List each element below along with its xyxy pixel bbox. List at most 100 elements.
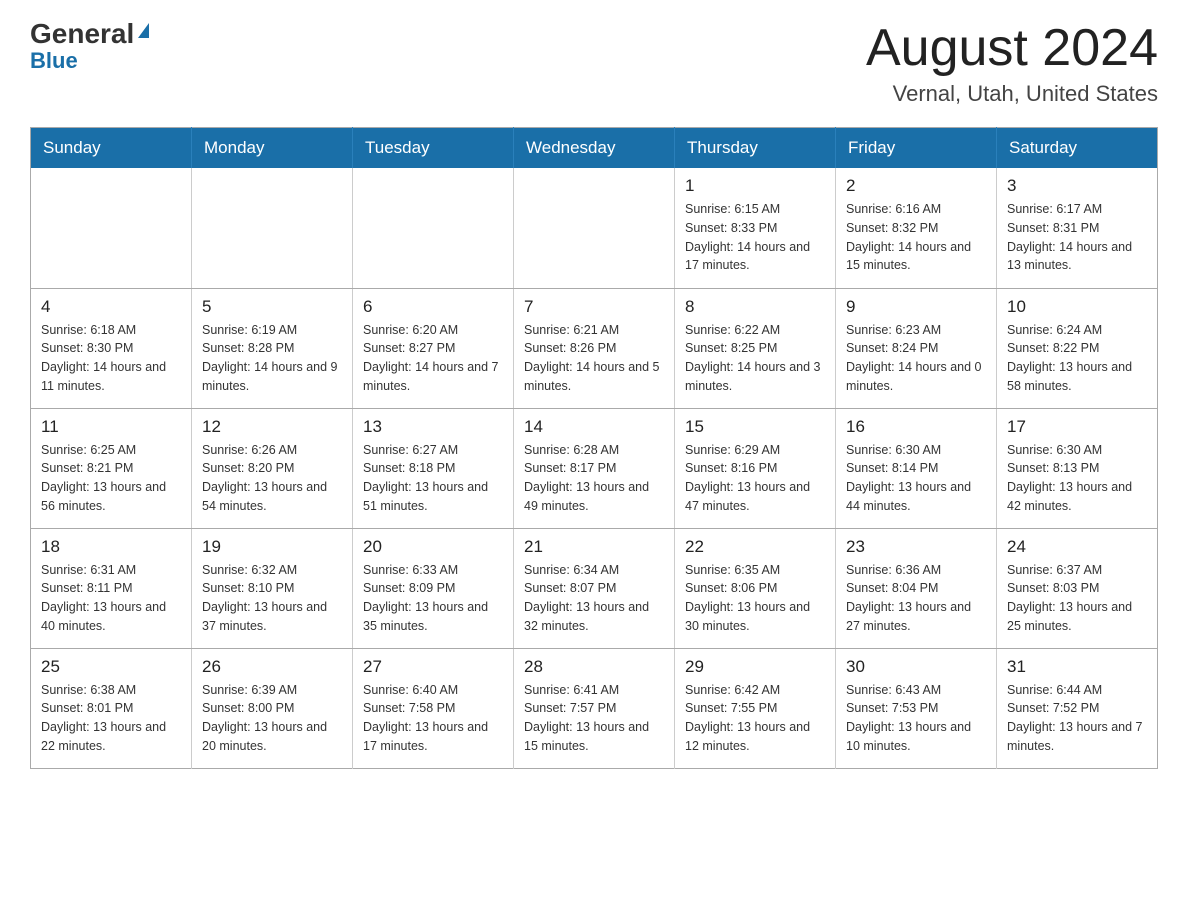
calendar-cell: 19 Sunrise: 6:32 AM Sunset: 8:10 PM Dayli… [192, 528, 353, 648]
calendar-cell: 6Sunrise: 6:20 AM Sunset: 8:27 PM Daylig… [353, 288, 514, 408]
day-number: 7 [524, 297, 664, 317]
calendar-cell: 24 Sunrise: 6:37 AM Sunset: 8:03 PM Dayli… [997, 528, 1158, 648]
day-number: 3 [1007, 176, 1147, 196]
day-number: 14 [524, 417, 664, 437]
day-info: Sunrise: 6:21 AM Sunset: 8:26 PM Dayligh… [524, 323, 660, 393]
day-info: Sunrise: 6:25 AM Sunset: 8:21 PM Dayligh… [41, 443, 166, 513]
week-row-5: 25 Sunrise: 6:38 AM Sunset: 8:01 PM Dayli… [31, 648, 1158, 768]
day-info: Sunrise: 6:41 AM Sunset: 7:57 PM Dayligh… [524, 683, 649, 753]
day-number: 15 [685, 417, 825, 437]
calendar-cell [514, 168, 675, 288]
day-info: Sunrise: 6:19 AM Sunset: 8:28 PM Dayligh… [202, 323, 338, 393]
day-info: Sunrise: 6:17 AM Sunset: 8:31 PM Dayligh… [1007, 202, 1132, 272]
day-number: 12 [202, 417, 342, 437]
title-section: August 2024 Vernal, Utah, United States [866, 20, 1158, 107]
day-info: Sunrise: 6:40 AM Sunset: 7:58 PM Dayligh… [363, 683, 488, 753]
calendar-cell: 13Sunrise: 6:27 AM Sunset: 8:18 PM Dayli… [353, 408, 514, 528]
day-number: 27 [363, 657, 503, 677]
calendar-title: August 2024 [866, 20, 1158, 77]
day-info: Sunrise: 6:23 AM Sunset: 8:24 PM Dayligh… [846, 323, 982, 393]
calendar-cell: 25 Sunrise: 6:38 AM Sunset: 8:01 PM Dayli… [31, 648, 192, 768]
day-info: Sunrise: 6:18 AM Sunset: 8:30 PM Dayligh… [41, 323, 166, 393]
day-number: 16 [846, 417, 986, 437]
calendar-cell: 26 Sunrise: 6:39 AM Sunset: 8:00 PM Dayli… [192, 648, 353, 768]
calendar-cell: 28 Sunrise: 6:41 AM Sunset: 7:57 PM Dayli… [514, 648, 675, 768]
day-number: 4 [41, 297, 181, 317]
calendar-cell: 23 Sunrise: 6:36 AM Sunset: 8:04 PM Dayli… [836, 528, 997, 648]
day-info: Sunrise: 6:22 AM Sunset: 8:25 PM Dayligh… [685, 323, 821, 393]
calendar-cell: 2 Sunrise: 6:16 AM Sunset: 8:32 PM Daylig… [836, 168, 997, 288]
weekday-header-row: SundayMondayTuesdayWednesdayThursdayFrid… [31, 128, 1158, 169]
weekday-header-saturday: Saturday [997, 128, 1158, 169]
day-info: Sunrise: 6:33 AM Sunset: 8:09 PM Dayligh… [363, 563, 488, 633]
day-info: Sunrise: 6:28 AM Sunset: 8:17 PM Dayligh… [524, 443, 649, 513]
day-number: 23 [846, 537, 986, 557]
calendar-cell: 22Sunrise: 6:35 AM Sunset: 8:06 PM Dayli… [675, 528, 836, 648]
calendar-cell [31, 168, 192, 288]
logo-blue-text: Blue [30, 50, 78, 72]
day-number: 9 [846, 297, 986, 317]
day-number: 31 [1007, 657, 1147, 677]
day-number: 13 [363, 417, 503, 437]
day-number: 25 [41, 657, 181, 677]
day-info: Sunrise: 6:37 AM Sunset: 8:03 PM Dayligh… [1007, 563, 1132, 633]
day-number: 1 [685, 176, 825, 196]
day-info: Sunrise: 6:36 AM Sunset: 8:04 PM Dayligh… [846, 563, 971, 633]
day-number: 19 [202, 537, 342, 557]
calendar-cell: 7 Sunrise: 6:21 AM Sunset: 8:26 PM Daylig… [514, 288, 675, 408]
calendar-table: SundayMondayTuesdayWednesdayThursdayFrid… [30, 127, 1158, 769]
day-info: Sunrise: 6:44 AM Sunset: 7:52 PM Dayligh… [1007, 683, 1143, 753]
day-number: 21 [524, 537, 664, 557]
day-number: 24 [1007, 537, 1147, 557]
calendar-cell: 27 Sunrise: 6:40 AM Sunset: 7:58 PM Dayli… [353, 648, 514, 768]
week-row-1: 1 Sunrise: 6:15 AM Sunset: 8:33 PM Daylig… [31, 168, 1158, 288]
calendar-cell: 14 Sunrise: 6:28 AM Sunset: 8:17 PM Dayli… [514, 408, 675, 528]
logo-general-text: General [30, 20, 134, 48]
day-number: 28 [524, 657, 664, 677]
weekday-header-sunday: Sunday [31, 128, 192, 169]
day-number: 18 [41, 537, 181, 557]
weekday-header-friday: Friday [836, 128, 997, 169]
day-info: Sunrise: 6:15 AM Sunset: 8:33 PM Dayligh… [685, 202, 810, 272]
day-number: 22 [685, 537, 825, 557]
day-info: Sunrise: 6:38 AM Sunset: 8:01 PM Dayligh… [41, 683, 166, 753]
calendar-cell: 16Sunrise: 6:30 AM Sunset: 8:14 PM Dayli… [836, 408, 997, 528]
day-number: 5 [202, 297, 342, 317]
calendar-cell: 29 Sunrise: 6:42 AM Sunset: 7:55 PM Dayli… [675, 648, 836, 768]
day-info: Sunrise: 6:32 AM Sunset: 8:10 PM Dayligh… [202, 563, 327, 633]
day-info: Sunrise: 6:24 AM Sunset: 8:22 PM Dayligh… [1007, 323, 1132, 393]
calendar-cell: 20 Sunrise: 6:33 AM Sunset: 8:09 PM Dayli… [353, 528, 514, 648]
day-info: Sunrise: 6:16 AM Sunset: 8:32 PM Dayligh… [846, 202, 971, 272]
weekday-header-tuesday: Tuesday [353, 128, 514, 169]
day-number: 17 [1007, 417, 1147, 437]
logo-triangle-icon [138, 23, 149, 38]
day-info: Sunrise: 6:20 AM Sunset: 8:27 PM Dayligh… [363, 323, 499, 393]
calendar-cell [192, 168, 353, 288]
calendar-cell: 17 Sunrise: 6:30 AM Sunset: 8:13 PM Dayli… [997, 408, 1158, 528]
day-number: 26 [202, 657, 342, 677]
calendar-cell: 3 Sunrise: 6:17 AM Sunset: 8:31 PM Daylig… [997, 168, 1158, 288]
calendar-cell: 9 Sunrise: 6:23 AM Sunset: 8:24 PM Daylig… [836, 288, 997, 408]
calendar-cell: 18Sunrise: 6:31 AM Sunset: 8:11 PM Dayli… [31, 528, 192, 648]
page-header: General Blue August 2024 Vernal, Utah, U… [30, 20, 1158, 107]
calendar-cell: 11Sunrise: 6:25 AM Sunset: 8:21 PM Dayli… [31, 408, 192, 528]
calendar-subtitle: Vernal, Utah, United States [866, 81, 1158, 107]
day-info: Sunrise: 6:39 AM Sunset: 8:00 PM Dayligh… [202, 683, 327, 753]
calendar-cell: 4 Sunrise: 6:18 AM Sunset: 8:30 PM Daylig… [31, 288, 192, 408]
calendar-cell [353, 168, 514, 288]
day-number: 8 [685, 297, 825, 317]
calendar-cell: 5 Sunrise: 6:19 AM Sunset: 8:28 PM Daylig… [192, 288, 353, 408]
day-number: 29 [685, 657, 825, 677]
day-info: Sunrise: 6:42 AM Sunset: 7:55 PM Dayligh… [685, 683, 810, 753]
calendar-cell: 31 Sunrise: 6:44 AM Sunset: 7:52 PM Dayli… [997, 648, 1158, 768]
calendar-cell: 8 Sunrise: 6:22 AM Sunset: 8:25 PM Daylig… [675, 288, 836, 408]
day-info: Sunrise: 6:29 AM Sunset: 8:16 PM Dayligh… [685, 443, 810, 513]
day-info: Sunrise: 6:30 AM Sunset: 8:13 PM Dayligh… [1007, 443, 1132, 513]
day-number: 2 [846, 176, 986, 196]
week-row-3: 11Sunrise: 6:25 AM Sunset: 8:21 PM Dayli… [31, 408, 1158, 528]
day-number: 30 [846, 657, 986, 677]
calendar-cell: 12Sunrise: 6:26 AM Sunset: 8:20 PM Dayli… [192, 408, 353, 528]
calendar-cell: 21Sunrise: 6:34 AM Sunset: 8:07 PM Dayli… [514, 528, 675, 648]
day-number: 20 [363, 537, 503, 557]
weekday-header-monday: Monday [192, 128, 353, 169]
